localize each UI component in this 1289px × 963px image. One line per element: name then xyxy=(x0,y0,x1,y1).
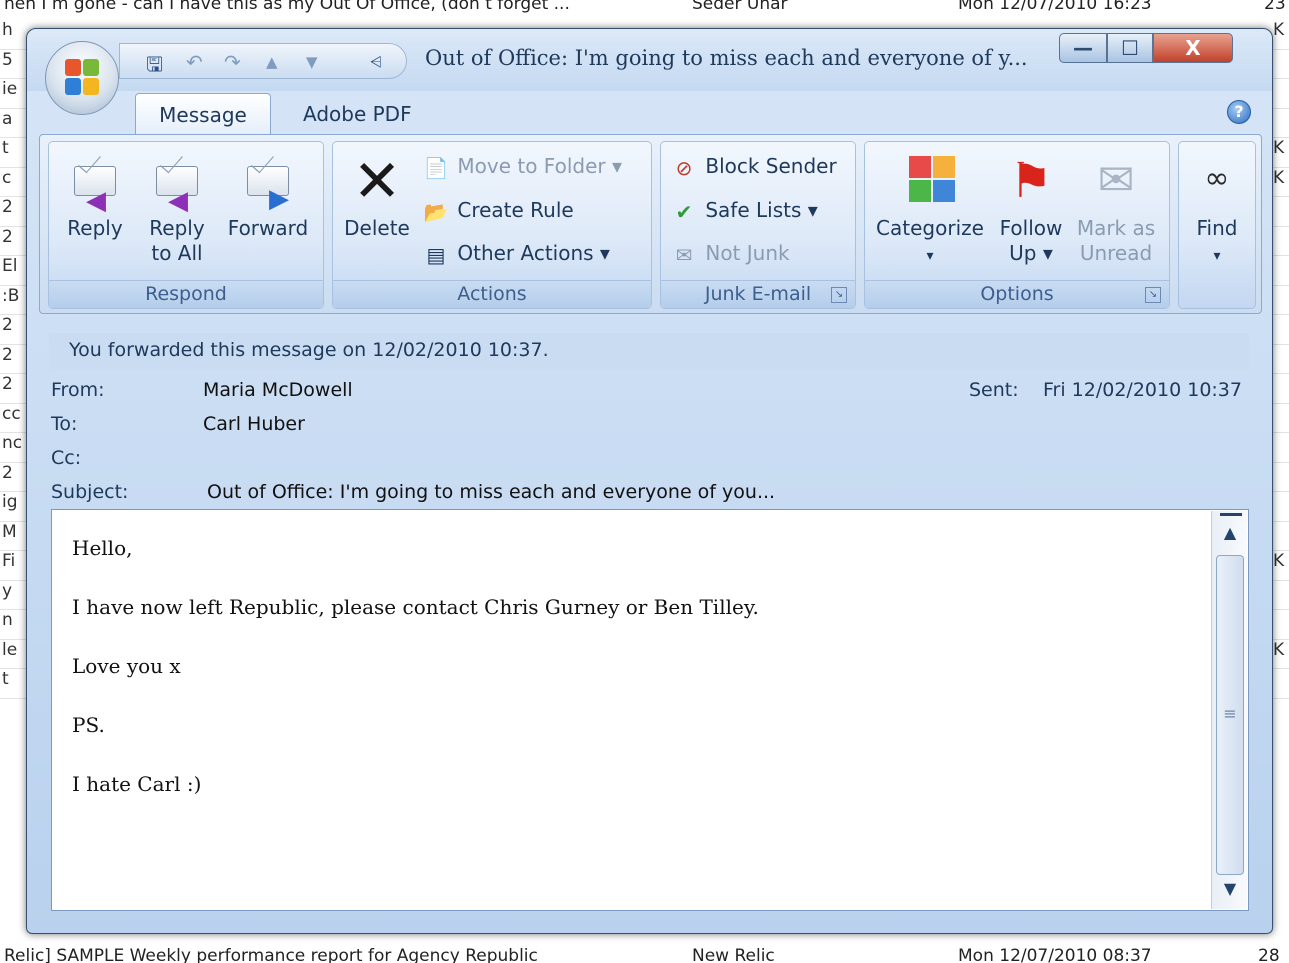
inbox-row-received: Mon 12/07/2010 16:23 xyxy=(958,0,1152,14)
grip-icon: ≡ xyxy=(1223,704,1237,723)
reply-button[interactable]: ◀ Reply xyxy=(57,154,133,241)
forward-button[interactable]: ▶ Forward xyxy=(219,154,317,241)
previous-item-icon[interactable]: ▲ xyxy=(266,53,278,71)
safe-lists-icon: ✔ xyxy=(675,199,693,224)
subject-label: Subject: xyxy=(51,481,129,503)
minimize-button[interactable]: — xyxy=(1059,33,1107,63)
from-label: From: xyxy=(51,379,105,401)
inbox-row-size: 23 xyxy=(1264,0,1286,14)
message-text: Hello, I have now left Republic, please … xyxy=(72,536,1192,831)
categorize-icon xyxy=(903,154,957,208)
create-rule-icon: 📂 xyxy=(423,199,449,224)
scroll-thumb[interactable]: ≡ xyxy=(1216,555,1244,875)
respond-group-label: Respond xyxy=(49,280,323,308)
tab-message[interactable]: Message xyxy=(135,93,271,135)
body-line: I have now left Republic, please contact… xyxy=(72,595,759,619)
from-value[interactable]: Maria McDowell xyxy=(203,379,353,401)
mark-as-unread-button[interactable]: ✉ Mark as Unread xyxy=(1073,154,1159,266)
redo-icon[interactable]: ↷ xyxy=(224,50,241,74)
inbox-right-column: K K K K K xyxy=(1273,20,1289,942)
block-sender-icon: ⊘ xyxy=(675,155,693,180)
reply-icon: ◀ xyxy=(68,154,122,214)
reply-all-button[interactable]: ◀ Reply to All xyxy=(137,154,217,266)
create-rule-button[interactable]: 📂 Create Rule xyxy=(421,192,574,228)
inbox-row[interactable]: nen I m gone - can I have this as my Out… xyxy=(0,0,1289,18)
inbox-row-size: 28 xyxy=(1258,946,1280,963)
close-button[interactable]: X xyxy=(1153,33,1233,63)
title-bar[interactable]: 🖫 ↶ ↷ ▲ ▼ ⩤ Out of Office: I'm going to … xyxy=(27,29,1272,91)
find-button[interactable]: ∞ Find ▾ xyxy=(1183,154,1251,269)
move-to-folder-button[interactable]: 📄 Move to Folder ▾ xyxy=(421,148,622,184)
window-title: Out of Office: I'm going to miss each an… xyxy=(425,46,1028,70)
message-window: 🖫 ↶ ↷ ▲ ▼ ⩤ Out of Office: I'm going to … xyxy=(26,28,1273,934)
quick-access-toolbar: 🖫 ↶ ↷ ▲ ▼ ⩤ xyxy=(119,43,407,79)
forward-icon: ▶ xyxy=(241,154,295,212)
ribbon: ◀ Reply ◀ Reply to All ▶ Forward Respond… xyxy=(39,134,1262,314)
tab-adobe-pdf[interactable]: Adobe PDF xyxy=(285,93,430,135)
block-sender-button[interactable]: ⊘ Block Sender xyxy=(669,148,837,184)
body-line: Love you x xyxy=(72,654,181,678)
options-group: Categorize ▾ ⚑ Follow Up ▾ ✉ Mark as Unr… xyxy=(864,141,1170,309)
sent-label: Sent: xyxy=(969,379,1019,401)
scroll-up-arrow-icon[interactable]: ▲ xyxy=(1216,519,1244,547)
save-icon[interactable]: 🖫 xyxy=(146,50,163,84)
inbox-row-subject: nen I m gone - can I have this as my Out… xyxy=(4,0,570,14)
mark-unread-icon: ✉ xyxy=(1097,155,1135,206)
not-junk-icon: ✉ xyxy=(675,242,693,267)
message-body[interactable]: Hello, I have now left Republic, please … xyxy=(51,509,1249,911)
inbox-left-column: h 5 ie a t c 2 2 El :B 2 2 2 cc nc 2 ig … xyxy=(0,20,26,942)
maximize-icon: ☐ xyxy=(1121,36,1139,60)
not-junk-button[interactable]: ✉ Not Junk xyxy=(669,235,790,271)
body-line: Hello, xyxy=(72,536,133,560)
next-item-icon[interactable]: ▼ xyxy=(306,53,318,71)
body-line: I hate Carl :) xyxy=(72,772,202,796)
sent-value: Fri 12/02/2010 10:37 xyxy=(1043,379,1242,401)
other-actions-icon: ▤ xyxy=(426,242,446,267)
categorize-button[interactable]: Categorize ▾ xyxy=(871,154,989,269)
delete-button[interactable]: ✕ Delete xyxy=(339,147,415,241)
junk-email-group-label: Junk E-mail ↘ xyxy=(661,280,855,308)
cc-label: Cc: xyxy=(51,447,82,469)
vertical-scrollbar[interactable]: ▲ ≡ ▼ xyxy=(1211,511,1247,909)
subject-value: Out of Office: I'm going to miss each an… xyxy=(207,481,776,503)
inbox-row[interactable]: Relic] SAMPLE Weekly performance report … xyxy=(0,942,1289,963)
info-bar: You forwarded this message on 12/02/2010… xyxy=(49,333,1249,369)
binoculars-icon: ∞ xyxy=(1204,161,1230,196)
safe-lists-button[interactable]: ✔ Safe Lists ▾ xyxy=(669,192,818,228)
to-label: To: xyxy=(51,413,78,435)
delete-icon: ✕ xyxy=(352,147,402,215)
body-line: PS. xyxy=(72,713,105,737)
flag-icon: ⚑ xyxy=(1009,153,1053,209)
reply-all-icon: ◀ xyxy=(150,154,204,214)
close-icon: X xyxy=(1185,36,1201,60)
maximize-button[interactable]: ☐ xyxy=(1107,33,1153,63)
help-icon[interactable]: ? xyxy=(1227,100,1251,124)
follow-up-button[interactable]: ⚑ Follow Up ▾ xyxy=(991,154,1071,266)
actions-group: ✕ Delete 📄 Move to Folder ▾ 📂 Create Rul… xyxy=(332,141,652,309)
split-handle[interactable] xyxy=(1220,513,1242,516)
scroll-down-arrow-icon[interactable]: ▼ xyxy=(1216,875,1244,903)
minimize-icon: — xyxy=(1073,36,1093,60)
junk-email-options-icon[interactable]: ↘ xyxy=(831,287,847,303)
customize-toolbar-icon[interactable]: ⩤ xyxy=(370,53,382,71)
inbox-row-subject: Relic] SAMPLE Weekly performance report … xyxy=(4,946,538,963)
undo-icon[interactable]: ↶ xyxy=(186,50,203,74)
other-actions-button[interactable]: ▤ Other Actions ▾ xyxy=(421,235,610,271)
find-group: ∞ Find ▾ xyxy=(1178,141,1256,309)
inbox-row-from: Seder Unar xyxy=(692,0,788,14)
junk-email-group: ⊘ Block Sender ✔ Safe Lists ▾ ✉ Not Junk… xyxy=(660,141,856,309)
to-value[interactable]: Carl Huber xyxy=(203,413,305,435)
office-logo-icon xyxy=(65,59,101,97)
options-group-label: Options ↘ xyxy=(865,280,1169,308)
move-to-folder-icon: 📄 xyxy=(423,155,449,180)
inbox-row-from: New Relic xyxy=(692,946,775,963)
inbox-row-received: Mon 12/07/2010 08:37 xyxy=(958,946,1152,963)
options-launcher-icon[interactable]: ↘ xyxy=(1145,287,1161,303)
office-button[interactable] xyxy=(45,41,119,115)
actions-group-label: Actions xyxy=(333,280,651,308)
respond-group: ◀ Reply ◀ Reply to All ▶ Forward Respond xyxy=(48,141,324,309)
